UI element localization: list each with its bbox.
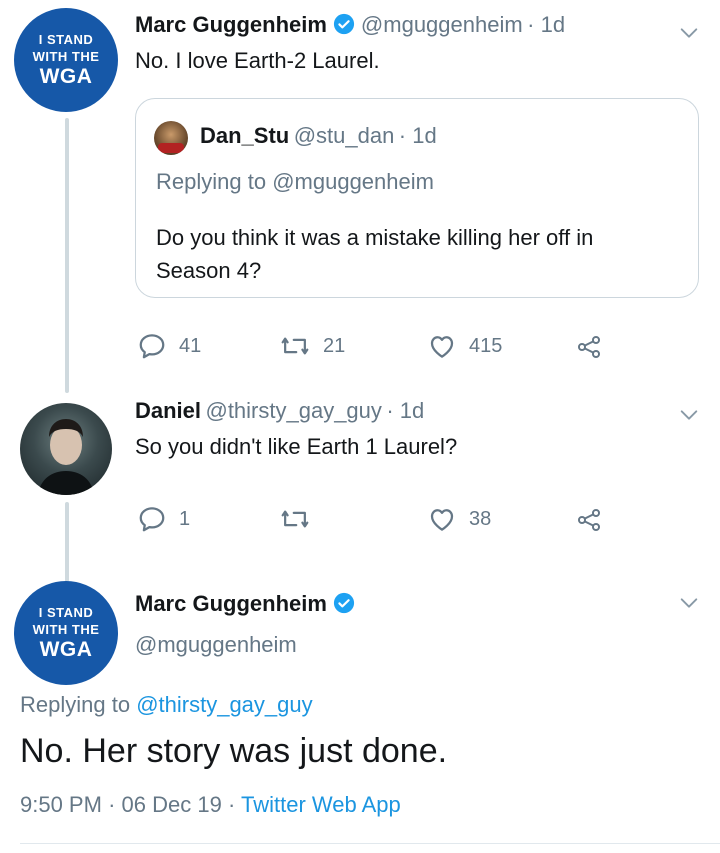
replying-handle: @mguggenheim <box>272 169 434 194</box>
author-handle[interactable]: @mguggenheim <box>361 12 523 37</box>
replying-prefix: Replying to <box>20 692 131 717</box>
author-handle[interactable]: @thirsty_gay_guy <box>205 398 381 423</box>
verified-icon <box>333 592 355 614</box>
author-handle[interactable]: @mguggenheim <box>135 632 297 658</box>
avatar-text: WGA <box>39 65 93 88</box>
like-icon <box>430 336 454 358</box>
avatar[interactable] <box>20 403 112 495</box>
quote-time: · 1d <box>398 123 437 148</box>
quote-author-handle: @stu_dan <box>293 123 395 148</box>
retweet-count: 21 <box>323 334 346 357</box>
verified-icon <box>333 13 355 35</box>
chevron-down-icon[interactable] <box>678 592 700 614</box>
tweet-text: So you didn't like Earth 1 Laurel? <box>135 434 458 459</box>
main-tweet-text: No. Her story was just done. <box>20 732 448 770</box>
replying-handle-link[interactable]: @thirsty_gay_guy <box>136 692 312 717</box>
retweet-button[interactable]: 21 <box>279 331 345 361</box>
like-button[interactable]: 415 <box>427 331 502 361</box>
retweet-icon <box>281 337 309 355</box>
like-button[interactable]: 38 <box>427 504 491 534</box>
avatar-image <box>38 419 94 495</box>
share-icon[interactable] <box>574 333 604 361</box>
tweet-timestamp[interactable]: 9:50 PM <box>20 792 102 817</box>
quote-header: Dan_Stu @stu_dan · 1d <box>200 123 437 149</box>
quote-avatar <box>154 121 188 155</box>
source-link[interactable]: Twitter Web App <box>241 792 401 817</box>
quote-replying-to: Replying to @mguggenheim <box>156 169 434 195</box>
reply-count: 41 <box>179 334 202 357</box>
chevron-down-icon[interactable] <box>678 404 700 426</box>
avatar-text: I STAND <box>38 32 94 47</box>
tweet-header: Marc Guggenheim @mguggenheim · 1d <box>135 12 565 38</box>
reply-count: 1 <box>179 507 191 530</box>
avatar[interactable]: I STAND WITH THE WGA <box>14 581 118 685</box>
divider <box>20 843 720 844</box>
quote-author-name: Dan_Stu <box>200 123 290 148</box>
reply-icon <box>139 507 165 532</box>
thread-line <box>65 118 69 393</box>
avatar-text: WGA <box>39 638 93 661</box>
tweet-text: No. I love Earth-2 Laurel. <box>135 48 380 73</box>
main-author[interactable]: Marc Guggenheim <box>135 591 361 617</box>
like-count: 415 <box>469 334 503 357</box>
like-icon <box>430 509 454 531</box>
replying-to: Replying to @thirsty_gay_guy <box>20 692 313 718</box>
avatar-text: WITH THE <box>32 622 100 637</box>
author-name[interactable]: Daniel <box>135 398 201 423</box>
quote-tweet[interactable]: Dan_Stu @stu_dan · 1d Replying to @mgugg… <box>135 98 699 298</box>
like-count: 38 <box>469 507 492 530</box>
avatar-text: WITH THE <box>32 49 100 64</box>
avatar-text: I STAND <box>38 605 94 620</box>
avatar[interactable]: I STAND WITH THE WGA <box>14 8 118 112</box>
retweet-icon <box>281 510 309 528</box>
author-name[interactable]: Marc Guggenheim <box>135 12 327 37</box>
retweet-button[interactable] <box>279 504 323 534</box>
thread-line <box>65 502 69 582</box>
tweet-time[interactable]: · 1d <box>386 398 424 423</box>
tweet-time[interactable]: · 1d <box>527 12 565 37</box>
quote-text-line: Do you think it was a mistake killing he… <box>156 225 594 250</box>
quote-text: Do you think it was a mistake killing he… <box>156 221 593 287</box>
quote-text-line: Season 4? <box>156 258 262 283</box>
replying-prefix: Replying to <box>156 169 267 194</box>
reply-icon <box>139 334 165 359</box>
reply-button[interactable]: 1 <box>137 504 190 534</box>
tweet-header: Daniel @thirsty_gay_guy · 1d <box>135 398 424 424</box>
chevron-down-icon[interactable] <box>678 22 700 44</box>
author-name[interactable]: Marc Guggenheim <box>135 591 327 616</box>
reply-button[interactable]: 41 <box>137 331 201 361</box>
tweet-metadata: 9:50 PM · 06 Dec 19 · Twitter Web App <box>20 792 401 817</box>
tweet-date[interactable]: 06 Dec 19 <box>122 792 222 817</box>
share-icon[interactable] <box>574 506 604 534</box>
